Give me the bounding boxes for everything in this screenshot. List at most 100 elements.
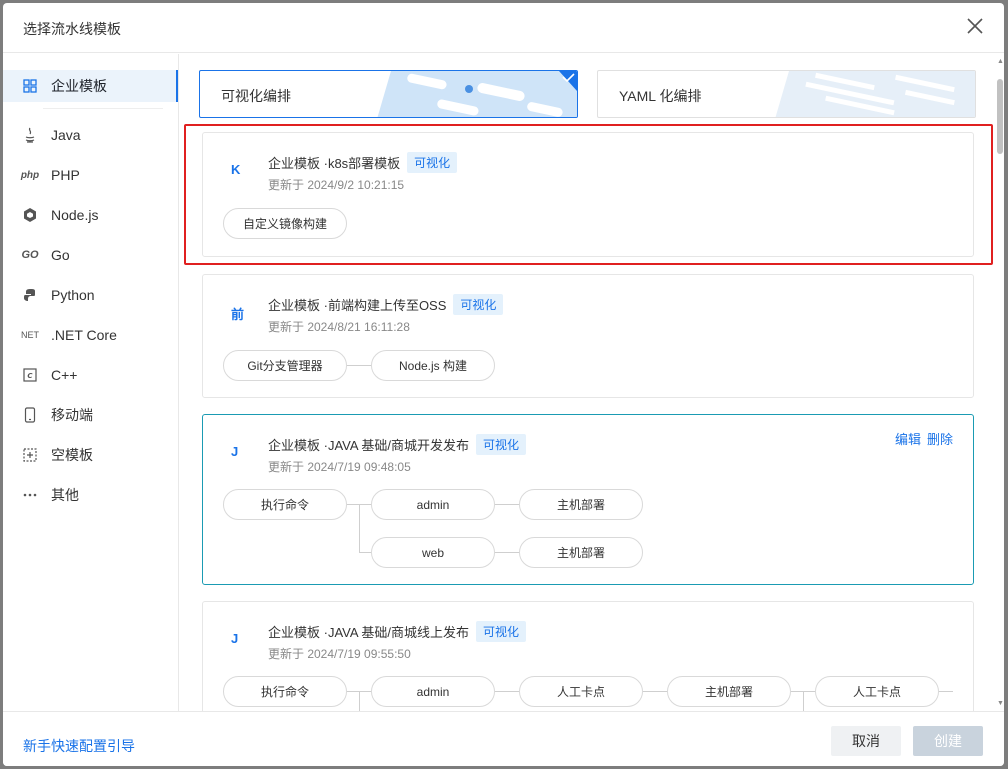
sidebar-item-label: PHP [51,167,80,183]
pipeline-connector [347,365,371,366]
template-updated: 更新于 2024/7/19 09:48:05 [268,460,411,474]
template-updated: 更新于 2024/7/19 09:55:50 [268,647,411,661]
sidebar-item-enterprise[interactable]: 企业模板 [3,70,178,102]
pipeline-connector [939,691,953,692]
yaml-illustration-icon [775,71,975,117]
sidebar-item-label: 移动端 [51,407,93,423]
dialog-header: 选择流水线模板 [3,3,1004,53]
empty-template-icon [20,448,40,462]
template-title: 企业模板 ·k8s部署模板 [268,156,401,171]
mode-yaml-option[interactable]: YAML 化编排 [597,70,976,118]
more-icon [20,493,40,497]
sidebar-item-nodejs[interactable]: Node.js [3,199,178,231]
sidebar-item-dotnet[interactable]: NET .NET Core [3,319,178,351]
grid-icon [20,79,40,93]
pipeline-step: 人工卡点 [815,676,939,707]
visual-tag: 可视化 [476,621,527,642]
dialog-title: 选择流水线模板 [23,21,121,37]
go-icon: GO [21,249,39,261]
sidebar-item-go[interactable]: GO Go [3,239,178,271]
pipeline-step: 主机部署 [519,489,643,520]
quick-config-guide-link[interactable]: 新手快速配置引导 [23,736,135,756]
dotnet-icon: NET [21,330,39,340]
pipeline-step: admin [371,676,495,707]
sidebar-item-python[interactable]: Python [3,279,178,311]
template-title-row: 企业模板 ·k8s部署模板 可视化 [268,152,458,173]
scrollbar[interactable]: ▲ ▼ [996,54,1004,711]
template-card-java-dev[interactable]: J 企业模板 ·JAVA 基础/商城开发发布 可视化 更新于 2024/7/19… [202,414,974,585]
mobile-icon [20,407,40,423]
dialog-footer: 新手快速配置引导 取消 创建 [3,711,1004,766]
visual-tag: 可视化 [407,152,458,173]
pipeline-branch-connector [803,691,804,711]
sidebar-item-cpp[interactable]: C C++ [3,359,178,391]
create-button[interactable]: 创建 [913,726,983,756]
delete-link[interactable]: 删除 [927,429,953,448]
template-title: 企业模板 ·JAVA 基础/商城线上发布 [268,625,470,640]
pipeline-connector [495,691,519,692]
pipeline-step: web [371,537,495,568]
pipeline-connector [643,691,667,692]
select-pipeline-template-dialog: 选择流水线模板 企业模板 Java php PHP Node.js GO Go … [3,3,1004,766]
scrollbar-thumb[interactable] [997,79,1003,154]
sidebar-item-label: Node.js [51,207,99,223]
pipeline-step: 主机部署 [519,537,643,568]
mode-yaml-label: YAML 化编排 [619,88,702,104]
template-card-k8s[interactable]: K 企业模板 ·k8s部署模板 可视化 更新于 2024/9/2 10:21:1… [202,132,974,257]
sidebar-item-label: Go [51,247,70,263]
sidebar-item-other[interactable]: 其他 [3,479,178,511]
sidebar-item-mobile[interactable]: 移动端 [3,399,178,431]
pipeline-step: 执行命令 [223,489,347,520]
pipeline-step: 自定义镜像构建 [223,208,347,239]
java-icon [20,127,40,143]
cancel-button[interactable]: 取消 [831,726,901,756]
nodejs-icon [20,207,40,223]
template-title-row: 企业模板 ·JAVA 基础/商城开发发布 可视化 [268,434,527,455]
pipeline-connector [359,552,371,553]
sidebar-item-label: Python [51,287,95,303]
template-avatar: 前 [231,307,245,322]
visual-tag: 可视化 [453,294,504,315]
pipeline-connector [495,504,519,505]
scroll-down-icon[interactable]: ▼ [997,700,1004,707]
cpp-icon: C [20,368,40,382]
sidebar-item-java[interactable]: Java [3,119,178,151]
template-list: 可视化编排 YAML 化编排 K 企业模板 ·k8s部署模板 可视化 更新于 2… [180,54,996,711]
pipeline-step: Git分支管理器 [223,350,347,381]
template-title-row: 企业模板 ·JAVA 基础/商城线上发布 可视化 [268,621,527,642]
php-icon: php [20,169,40,181]
visual-tag: 可视化 [476,434,527,455]
pipeline-step: 人工卡点 [519,676,643,707]
sidebar-item-label: 其他 [51,487,79,503]
template-title: 企业模板 ·前端构建上传至OSS [268,298,447,313]
template-avatar: K [231,162,241,177]
template-card-frontend-oss[interactable]: 前 企业模板 ·前端构建上传至OSS 可视化 更新于 2024/8/21 16:… [202,274,974,398]
mode-visual-option[interactable]: 可视化编排 [199,70,578,118]
category-sidebar: 企业模板 Java php PHP Node.js GO Go Python N… [3,54,179,711]
sidebar-item-label: Java [51,127,81,143]
template-actions: 编辑 删除 [895,429,953,448]
template-title: 企业模板 ·JAVA 基础/商城开发发布 [268,438,470,453]
pipeline-step: 主机部署 [667,676,791,707]
sidebar-item-empty-template[interactable]: 空模板 [3,439,178,471]
close-icon[interactable] [964,15,986,37]
pipeline-connector [495,552,519,553]
sidebar-item-label: C++ [51,367,78,383]
pipeline-step: Node.js 构建 [371,350,495,381]
pipeline-branch-connector [359,691,360,711]
template-avatar: J [231,631,239,646]
template-card-java-prod[interactable]: J 企业模板 ·JAVA 基础/商城线上发布 可视化 更新于 2024/7/19… [202,601,974,711]
template-updated: 更新于 2024/8/21 16:11:28 [268,320,410,334]
pipeline-branch-connector [359,504,360,553]
visual-illustration-icon [377,71,577,117]
scroll-up-icon[interactable]: ▲ [997,58,1004,65]
edit-link[interactable]: 编辑 [895,429,921,448]
pipeline-step: 执行命令 [223,676,347,707]
template-title-row: 企业模板 ·前端构建上传至OSS 可视化 [268,294,504,315]
sidebar-item-label: 空模板 [51,447,93,463]
mode-visual-label: 可视化编排 [221,88,291,104]
sidebar-divider [43,108,163,109]
sidebar-item-label: 企业模板 [51,78,107,94]
sidebar-item-php[interactable]: php PHP [3,159,178,191]
sidebar-item-label: .NET Core [51,327,117,343]
